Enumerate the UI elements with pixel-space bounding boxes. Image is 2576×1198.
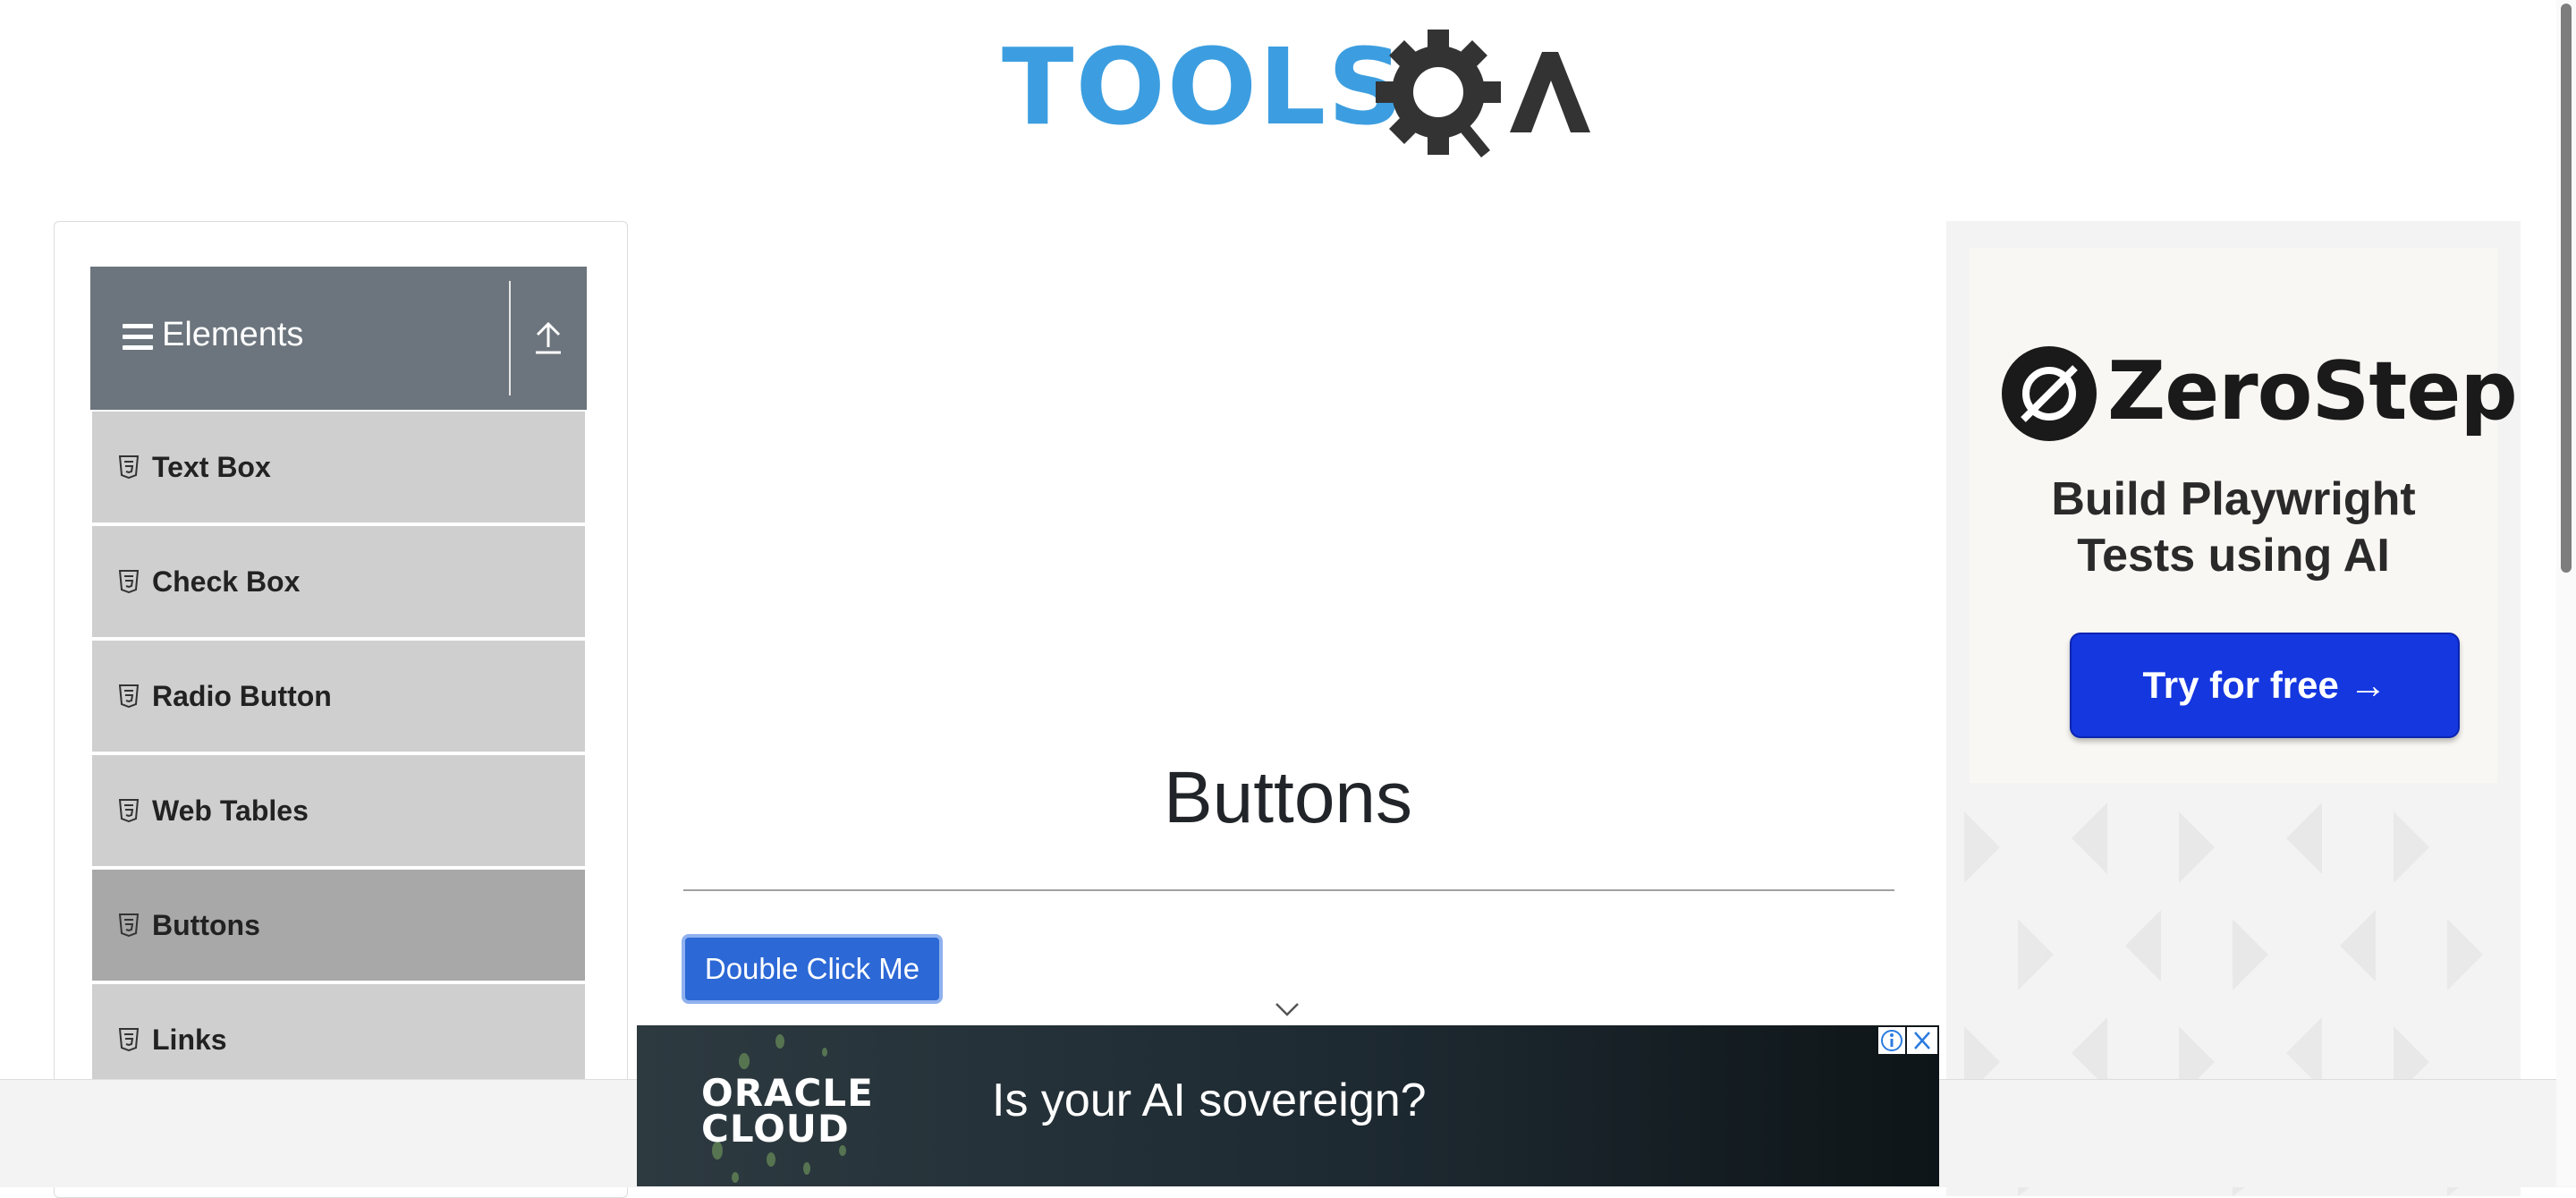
group-divider	[509, 281, 511, 395]
sidebar-menu: Text Box Check Box Radio Button Web Tabl…	[92, 412, 585, 1099]
ad-headline-line1: Build Playwright	[2051, 473, 2416, 525]
sidebar-item-radio-button[interactable]: Radio Button	[92, 641, 585, 752]
chevron-down-icon[interactable]	[1274, 1000, 1301, 1018]
sidebar-item-buttons[interactable]: Buttons	[92, 870, 585, 981]
html5-icon	[119, 455, 139, 479]
logo-gear-icon	[1376, 30, 1590, 157]
oracle-ad-banner[interactable]: ORACLE CLOUD Is your AI sovereign?	[637, 1025, 1939, 1186]
zerostep-ad[interactable]: ZeroStep Build Playwright Tests using AI…	[1946, 221, 2521, 1196]
sidebar-item-label: Buttons	[152, 908, 260, 941]
ad-info-icon[interactable]	[1878, 1027, 1905, 1054]
menu-icon	[123, 324, 153, 351]
sidebar-item-web-tables[interactable]: Web Tables	[92, 755, 585, 866]
html5-icon	[119, 1028, 139, 1051]
oracle-logo-line1: ORACLE	[701, 1071, 874, 1115]
sidebar-item-text-box[interactable]: Text Box	[92, 412, 585, 523]
toolsqa-logo[interactable]: TOOLS	[1002, 25, 1590, 168]
oracle-logo-line2: CLOUD	[701, 1106, 850, 1151]
sidebar-item-label: Links	[152, 1023, 227, 1056]
logo-text: TOOLS	[1002, 25, 1406, 149]
page-scrollbar[interactable]	[2556, 0, 2576, 1186]
collapse-upload-icon[interactable]	[532, 320, 564, 356]
ad-card: ZeroStep Build Playwright Tests using AI…	[1970, 248, 2518, 783]
ad-tagline: Is your AI sovereign?	[992, 1075, 1427, 1126]
ad-headline: Build Playwright Tests using AI	[1970, 472, 2497, 585]
elements-group-header[interactable]: Elements	[90, 267, 587, 410]
title-divider	[683, 889, 1894, 891]
sidebar-item-check-box[interactable]: Check Box	[92, 526, 585, 637]
sidebar-item-label: Text Box	[152, 450, 271, 483]
html5-icon	[119, 570, 139, 593]
double-click-button[interactable]: Double Click Me	[682, 934, 943, 1004]
sidebar-item-label: Radio Button	[152, 679, 332, 712]
sidebar-item-label: Check Box	[152, 565, 301, 598]
try-for-free-button[interactable]: Try for free →	[2070, 633, 2460, 738]
sidebar-item-label: Web Tables	[152, 794, 309, 827]
html5-icon	[119, 799, 139, 822]
zerostep-logo-icon	[2002, 346, 2097, 441]
ad-brand: ZeroStep	[2107, 344, 2518, 438]
group-title: Elements	[162, 316, 304, 353]
ad-headline-line2: Tests using AI	[2077, 530, 2390, 582]
close-icon[interactable]	[1907, 1027, 1937, 1054]
scrollbar-thumb[interactable]	[2561, 4, 2572, 573]
html5-icon	[119, 684, 139, 708]
oracle-cloud-logo: ORACLE CLOUD	[701, 1071, 874, 1151]
page-title: Buttons	[1163, 757, 1413, 838]
html5-icon	[119, 913, 139, 937]
